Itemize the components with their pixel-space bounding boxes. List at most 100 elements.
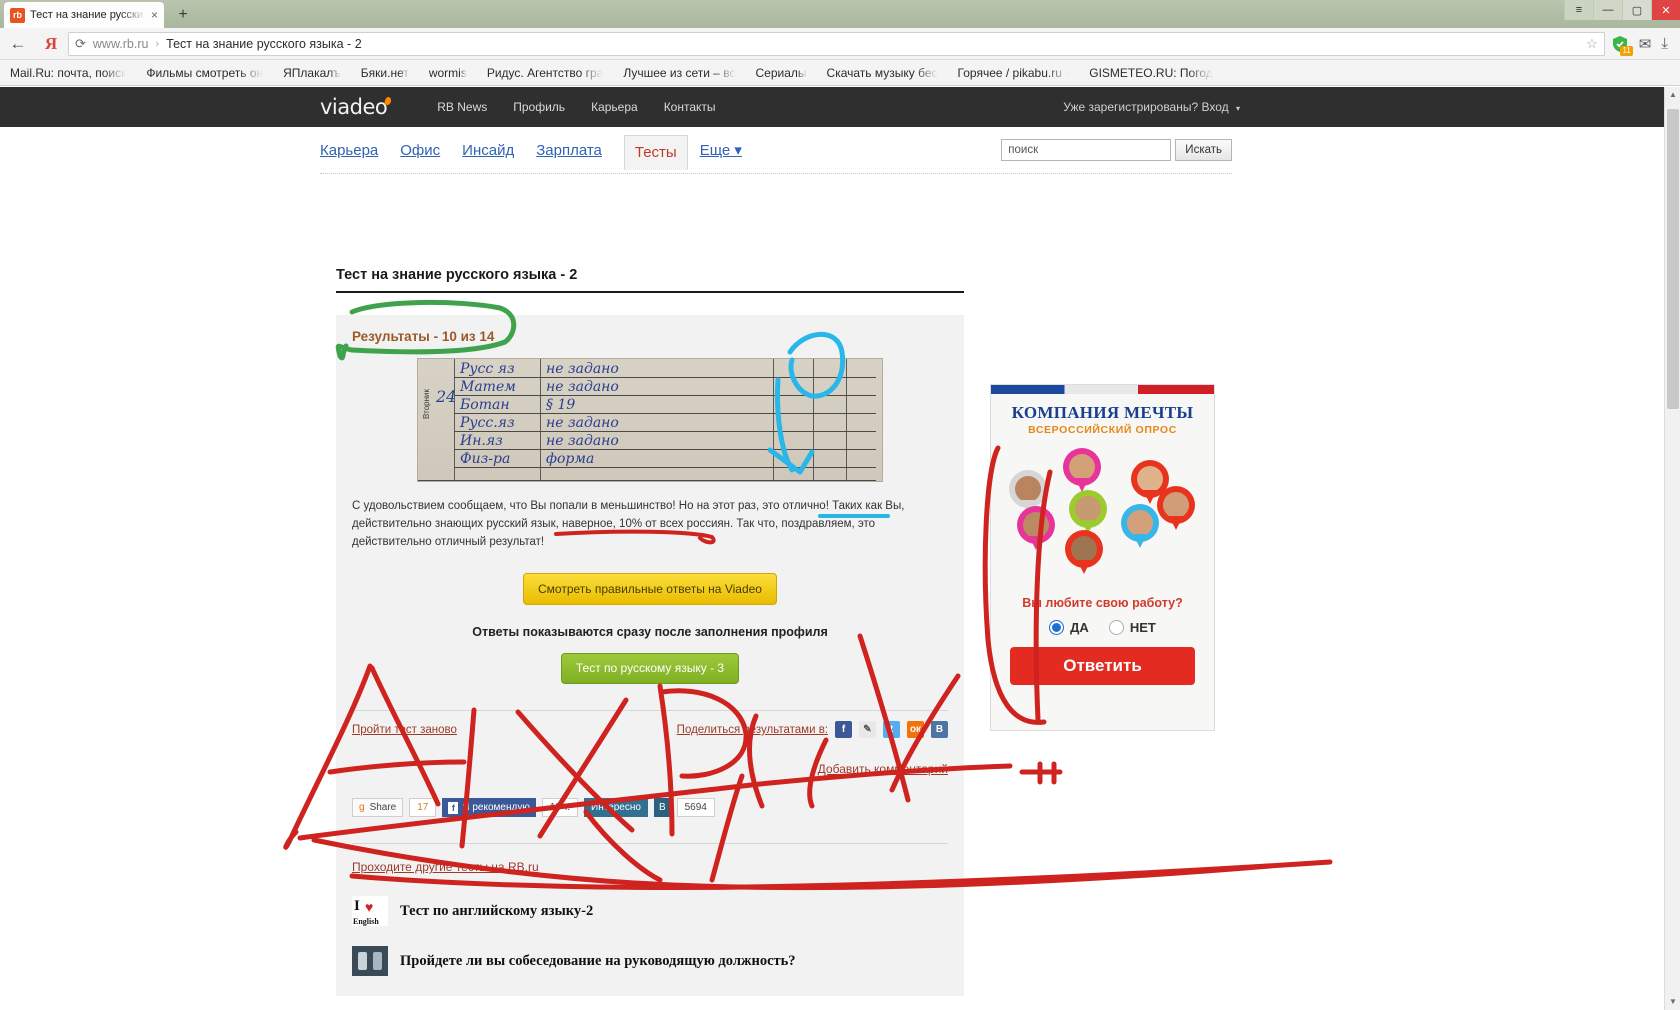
mail-icon[interactable]: ✉ [1639, 35, 1652, 53]
diary-scan-image: Вторник 24 Русс яз не задано Матем не за… [417, 358, 883, 482]
topnav-item-career[interactable]: Карьера [591, 100, 638, 114]
address-bar[interactable]: ⟳ www.rb.ru › Тест на знание русского яз… [68, 31, 1605, 56]
map-pin-icon [1017, 506, 1055, 554]
topnav-item-profile[interactable]: Профиль [513, 100, 565, 114]
bookmark-item[interactable]: ЯПлакалъ [283, 66, 341, 80]
bookmark-item[interactable]: Ридус. Агентство гра [487, 66, 604, 80]
vkontakte-icon[interactable]: В [931, 721, 948, 739]
vk-like-button[interactable]: Интересно [584, 798, 648, 818]
radio-unselected-icon[interactable] [1108, 620, 1124, 635]
bookmark-item[interactable]: Лучшее из сети – вс [623, 66, 735, 80]
bookmark-item[interactable]: GISMETEO.RU: Погод [1089, 66, 1213, 80]
subnav-more-label: Еще [699, 142, 731, 159]
new-tab-button[interactable]: + [172, 4, 194, 26]
scan-subject: Ботан [460, 397, 510, 413]
search-button[interactable]: Искать [1175, 139, 1232, 161]
topnav-item-rb-news[interactable]: RB News [437, 100, 487, 114]
bookmark-item[interactable]: Сериалы [756, 66, 807, 80]
ad-option-no-label: НЕТ [1129, 620, 1156, 635]
url-separator-icon: › [155, 37, 160, 50]
subnav-item-more[interactable]: Еще ▾ [700, 141, 742, 159]
subnav-item-insight[interactable]: Инсайд [462, 142, 514, 159]
scan-subject: Матем [460, 379, 516, 395]
browser-tab-strip: rb Тест на знание русски × + ≡ — ▢ ✕ [0, 0, 1680, 28]
bookmarks-bar: Mail.Ru: почта, поиск Фильмы смотреть он… [0, 60, 1680, 86]
subnav-item-tests[interactable]: Тесты [623, 134, 688, 170]
result-description: С удовольствием сообщаем, что Вы попали … [352, 500, 905, 548]
browser-tab[interactable]: rb Тест на знание русски × [4, 2, 164, 28]
share-label: Поделиться результатами в: [676, 723, 828, 736]
odnoklassniki-icon[interactable]: ок [907, 721, 924, 739]
yandex-icon[interactable]: Я [36, 34, 66, 54]
list-item[interactable]: Пройдете ли вы собеседование на руководя… [352, 946, 948, 977]
ad-options: ДА НЕТ [991, 620, 1214, 635]
scan-subject: Ин.яз [460, 433, 503, 449]
english-thumb-icon: I ♥ English [352, 896, 388, 927]
bookmark-item[interactable]: Горячее / pikabu.ru - [958, 66, 1070, 80]
topnav-item-contacts[interactable]: Контакты [664, 100, 716, 114]
scan-subject: Русс яз [460, 361, 515, 377]
radio-selected-icon[interactable] [1049, 620, 1065, 635]
site-search: Искать [1001, 139, 1232, 161]
facebook-icon[interactable]: f [835, 721, 852, 739]
viadeo-logo-text: viadeo [320, 95, 388, 119]
bookmark-item[interactable]: Фильмы смотреть он [146, 66, 263, 80]
share-row: Пройти тест заново Поделиться результата… [352, 710, 948, 739]
ad-option-no[interactable]: НЕТ [1108, 620, 1156, 635]
ad-pins-graphic [991, 442, 1214, 592]
google-plus-share-button[interactable]: g Share [352, 798, 404, 818]
download-icon[interactable]: ⤓ [1661, 35, 1668, 52]
back-icon[interactable]: ← [0, 34, 36, 54]
bookmark-item[interactable]: Mail.Ru: почта, поиск [10, 66, 126, 80]
window-minimize-button[interactable]: — [1593, 0, 1622, 20]
scroll-up-arrow-icon[interactable]: ▲ [1665, 87, 1680, 103]
window-close-button[interactable]: ✕ [1651, 0, 1680, 20]
social-share-bar: g Share 17 f Я рекомендую 19 т. Интересн… [352, 798, 948, 818]
search-input[interactable] [1001, 139, 1172, 161]
page-title: Тест на знание русского языка - 2 [336, 267, 964, 293]
profile-note: Ответы показываются сразу после заполнен… [472, 625, 828, 640]
reload-icon[interactable]: ⟳ [75, 36, 86, 52]
list-item[interactable]: I ♥ English Тест по английскому языку-2 [352, 896, 948, 927]
scrollbar-thumb[interactable] [1667, 109, 1679, 409]
bookmark-star-icon[interactable]: ☆ [1586, 36, 1598, 52]
facebook-like-button[interactable]: f Я рекомендую [442, 798, 536, 818]
subnav-item-career[interactable]: Карьера [320, 142, 378, 159]
ad-banner[interactable]: КОМПАНИЯ МЕЧТЫ ВСЕРОССИЙСКИЙ ОПРОС Вы лю… [990, 384, 1215, 731]
vkontakte-icon[interactable]: В [653, 798, 671, 818]
bookmark-item[interactable]: wormis [429, 66, 467, 80]
ad-submit-button[interactable]: Ответить [1010, 647, 1195, 685]
scan-note: не задано [546, 379, 619, 395]
test-title[interactable]: Тест по английскому языку-2 [400, 903, 593, 920]
map-pin-icon [1065, 530, 1103, 578]
thumb-english-label: English [353, 917, 379, 927]
next-test-button[interactable]: Тест по русскому языку - 3 [561, 653, 739, 685]
view-answers-button[interactable]: Смотреть правильные ответы на Viadeo [523, 573, 777, 606]
window-maximize-button[interactable]: ▢ [1622, 0, 1651, 20]
scroll-down-arrow-icon[interactable]: ▼ [1665, 994, 1680, 1010]
adblock-shield-icon[interactable]: 11 [1611, 35, 1633, 56]
scan-note: не задано [546, 415, 619, 431]
account-login-link[interactable]: Уже зарегистрированы? Вход ▾ [1063, 100, 1240, 114]
page-scrollbar[interactable]: ▲ ▼ [1664, 87, 1680, 1010]
scan-subject: Русс.яз [460, 415, 515, 431]
facebook-icon: f [448, 801, 459, 814]
tab-close-icon[interactable]: × [151, 8, 158, 22]
site-header: viadeo RB News Профиль Карьера Контакты … [0, 87, 1664, 127]
livejournal-icon[interactable]: ✎ [859, 721, 876, 739]
subnav-item-salary[interactable]: Зарплата [536, 142, 602, 159]
other-tests-link[interactable]: Проходите другие тесты на RB.ru [352, 860, 539, 874]
browser-menu-icon[interactable]: ≡ [1564, 0, 1593, 20]
viadeo-logo[interactable]: viadeo [320, 95, 393, 119]
bookmark-item[interactable]: Бяки.нет [361, 66, 409, 80]
add-comment-link[interactable]: Добавить комментарий [352, 762, 948, 776]
other-tests-section: Проходите другие тесты на RB.ru I ♥ Engl… [352, 843, 948, 977]
test-title[interactable]: Пройдете ли вы собеседование на руководя… [400, 953, 796, 970]
twitter-icon[interactable]: t [883, 721, 900, 739]
interview-thumb-icon [352, 946, 388, 977]
retry-test-link[interactable]: Пройти тест заново [352, 724, 457, 736]
ad-option-yes[interactable]: ДА [1049, 620, 1089, 635]
subnav-item-office[interactable]: Офис [400, 142, 440, 159]
bookmark-item[interactable]: Скачать музыку бес [827, 66, 938, 80]
window-controls: ≡ — ▢ ✕ [1564, 0, 1680, 20]
